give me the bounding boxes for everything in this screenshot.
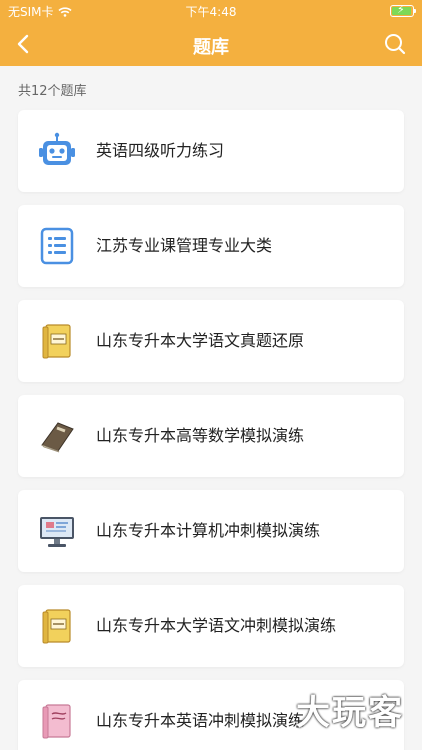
bank-count: 共12个题库: [18, 84, 87, 99]
list-item[interactable]: 江苏专业课管理专业大类: [18, 205, 404, 287]
notebook-icon: [41, 422, 74, 453]
pink-book-icon: [42, 704, 71, 739]
list-item[interactable]: 山东专升本计算机冲刺模拟演练: [18, 490, 404, 572]
header: 无SIM卡 下午4:48 ⚡ 题库: [0, 0, 422, 66]
item-title: 英语四级听力练习: [96, 141, 225, 160]
watermark-logo: 大玩客: [296, 693, 404, 733]
computer-monitor-icon: [40, 517, 74, 547]
battery-icon: ⚡: [390, 3, 416, 17]
charging-bolt-icon: ⚡: [397, 3, 405, 16]
item-title: 山东专升本计算机冲刺模拟演练: [96, 521, 321, 540]
battery-cap: [414, 9, 416, 13]
status-bar: 无SIM卡 下午4:48 ⚡: [0, 0, 422, 22]
status-time: 下午4:48: [185, 5, 237, 19]
robot-icon: [39, 132, 75, 165]
item-title: 山东专升本大学语文真题还原: [96, 331, 305, 350]
list-item[interactable]: 英语四级听力练习: [18, 110, 404, 192]
list-item[interactable]: 山东专升本大学语文冲刺模拟演练: [18, 585, 404, 667]
page-title: 题库: [193, 37, 229, 58]
book-icon: [42, 324, 71, 359]
search-button[interactable]: [382, 31, 408, 57]
item-title: 江苏专业课管理专业大类: [96, 236, 273, 255]
item-title: 山东专升本大学语文冲刺模拟演练: [96, 616, 337, 635]
search-icon: [385, 34, 406, 55]
list-document-icon: [40, 227, 74, 265]
list-item[interactable]: 山东专升本大学语文真题还原: [18, 300, 404, 382]
item-title: 山东专升本高等数学模拟演练: [96, 426, 305, 445]
book-icon: [42, 609, 71, 644]
list-item[interactable]: 山东专升本高等数学模拟演练: [18, 395, 404, 477]
navbar: 题库: [0, 22, 422, 66]
